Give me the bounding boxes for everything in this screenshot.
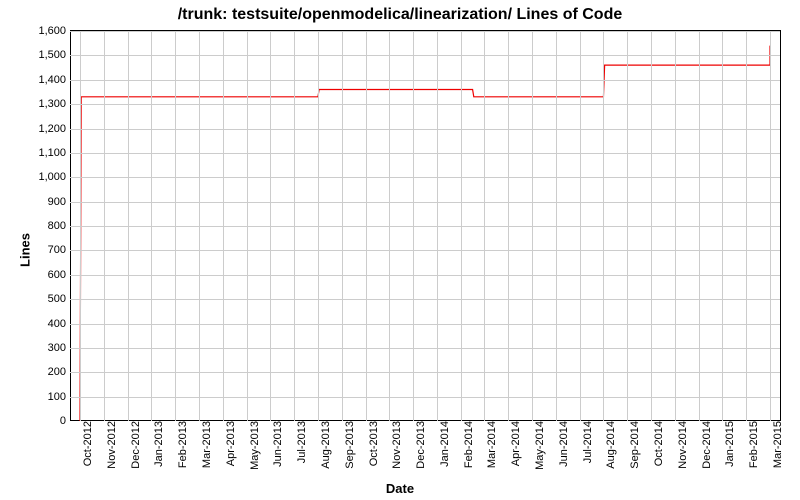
x-gridline	[366, 31, 367, 421]
y-gridline	[70, 275, 780, 276]
x-tick-label: Nov-2014	[675, 421, 689, 469]
x-gridline	[151, 31, 152, 421]
x-tick-label: Jun-2013	[270, 421, 284, 467]
y-tick-label: 1,000	[38, 171, 70, 183]
x-gridline	[294, 31, 295, 421]
y-axis-label: Lines	[17, 233, 32, 267]
x-gridline	[580, 31, 581, 421]
x-tick-label: Sep-2013	[342, 421, 356, 469]
x-gridline	[508, 31, 509, 421]
x-gridline	[342, 31, 343, 421]
x-gridline	[128, 31, 129, 421]
y-gridline	[70, 129, 780, 130]
x-tick-label: Aug-2013	[318, 421, 332, 469]
y-gridline	[70, 80, 780, 81]
x-gridline	[389, 31, 390, 421]
y-tick-label: 900	[48, 196, 70, 208]
x-gridline	[104, 31, 105, 421]
y-gridline	[70, 31, 780, 32]
x-gridline	[651, 31, 652, 421]
y-tick-label: 300	[48, 342, 70, 354]
x-tick-label: Oct-2014	[651, 421, 665, 466]
y-gridline	[70, 202, 780, 203]
x-tick-label: Feb-2013	[175, 421, 189, 468]
x-tick-label: Apr-2013	[223, 421, 237, 466]
x-gridline	[247, 31, 248, 421]
x-gridline	[556, 31, 557, 421]
y-tick-label: 500	[48, 293, 70, 305]
y-gridline	[70, 397, 780, 398]
x-gridline	[484, 31, 485, 421]
y-tick-label: 600	[48, 269, 70, 281]
y-gridline	[70, 226, 780, 227]
x-tick-label: Mar-2013	[199, 421, 213, 468]
x-gridline	[603, 31, 604, 421]
y-tick-label: 0	[60, 415, 70, 427]
y-gridline	[70, 250, 780, 251]
x-tick-label: May-2014	[532, 421, 546, 470]
y-tick-label: 100	[48, 391, 70, 403]
x-tick-label: Feb-2014	[461, 421, 475, 468]
x-gridline	[175, 31, 176, 421]
x-gridline	[722, 31, 723, 421]
chart-container: /trunk: testsuite/openmodelica/lineariza…	[0, 0, 800, 500]
x-tick-label: May-2013	[247, 421, 261, 470]
x-tick-label: Dec-2014	[699, 421, 713, 469]
y-tick-label: 1,400	[38, 74, 70, 86]
x-gridline	[746, 31, 747, 421]
x-gridline	[270, 31, 271, 421]
y-gridline	[70, 104, 780, 105]
x-axis-label: Date	[0, 481, 800, 496]
x-gridline	[461, 31, 462, 421]
x-tick-label: Jan-2014	[437, 421, 451, 467]
y-gridline	[70, 324, 780, 325]
x-tick-label: Jun-2014	[556, 421, 570, 467]
x-tick-label: Jul-2013	[294, 421, 308, 463]
x-gridline	[532, 31, 533, 421]
series-line	[80, 46, 770, 421]
x-gridline	[223, 31, 224, 421]
x-tick-label: Mar-2014	[484, 421, 498, 468]
chart-title: /trunk: testsuite/openmodelica/lineariza…	[0, 6, 800, 24]
y-gridline	[70, 348, 780, 349]
y-tick-label: 200	[48, 366, 70, 378]
x-gridline	[437, 31, 438, 421]
y-tick-label: 1,200	[38, 123, 70, 135]
y-tick-label: 700	[48, 244, 70, 256]
x-tick-label: Oct-2013	[366, 421, 380, 466]
x-tick-label: Mar-2015	[770, 421, 784, 468]
x-gridline	[675, 31, 676, 421]
y-tick-label: 400	[48, 318, 70, 330]
y-tick-label: 800	[48, 220, 70, 232]
x-gridline	[80, 31, 81, 421]
x-gridline	[627, 31, 628, 421]
y-gridline	[70, 177, 780, 178]
x-tick-label: Sep-2014	[627, 421, 641, 469]
y-gridline	[70, 153, 780, 154]
x-tick-label: Jan-2015	[722, 421, 736, 467]
x-tick-label: Dec-2012	[128, 421, 142, 469]
x-tick-label: Jul-2014	[580, 421, 594, 463]
x-tick-label: Dec-2013	[413, 421, 427, 469]
y-gridline	[70, 55, 780, 56]
y-gridline	[70, 299, 780, 300]
plot-area: 01002003004005006007008009001,0001,1001,…	[70, 30, 781, 421]
y-tick-label: 1,500	[38, 49, 70, 61]
y-tick-label: 1,300	[38, 98, 70, 110]
x-gridline	[318, 31, 319, 421]
x-tick-label: Feb-2015	[746, 421, 760, 468]
y-tick-label: 1,100	[38, 147, 70, 159]
x-gridline	[199, 31, 200, 421]
x-gridline	[770, 31, 771, 421]
x-tick-label: Apr-2014	[508, 421, 522, 466]
y-gridline	[70, 372, 780, 373]
x-gridline	[413, 31, 414, 421]
x-tick-label: Oct-2012	[80, 421, 94, 466]
x-tick-label: Aug-2014	[603, 421, 617, 469]
x-tick-label: Jan-2013	[151, 421, 165, 467]
y-tick-label: 1,600	[38, 25, 70, 37]
x-tick-label: Nov-2013	[389, 421, 403, 469]
x-gridline	[699, 31, 700, 421]
x-tick-label: Nov-2012	[104, 421, 118, 469]
